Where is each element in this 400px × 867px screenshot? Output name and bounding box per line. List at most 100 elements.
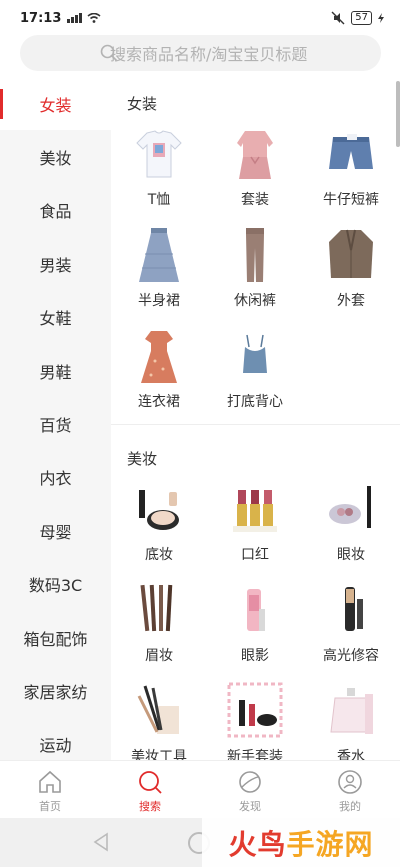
category-label: T恤 bbox=[147, 192, 171, 208]
user-icon bbox=[338, 770, 362, 794]
tab-home[interactable]: 首页 bbox=[0, 761, 100, 818]
scrollbar[interactable] bbox=[396, 81, 400, 147]
highlighter-icon bbox=[345, 587, 363, 631]
category-cell-suit[interactable]: 套装 bbox=[207, 119, 303, 220]
category-label: 半身裙 bbox=[138, 293, 180, 309]
sidebar-item-home[interactable]: 家居家纺 bbox=[0, 664, 111, 717]
category-label: 连衣裙 bbox=[138, 394, 180, 410]
dress-icon bbox=[141, 331, 177, 383]
pants-icon bbox=[246, 228, 264, 282]
watermark-text: 手游网 bbox=[286, 827, 374, 861]
eyeshadow-icon bbox=[247, 589, 265, 631]
category-label: 眼影 bbox=[241, 648, 269, 664]
home-icon bbox=[39, 770, 61, 793]
eye-makeup-icon bbox=[329, 486, 371, 528]
wifi-icon bbox=[87, 13, 101, 23]
category-cell-starter-kit[interactable]: 新手套装 bbox=[207, 676, 303, 760]
category-label: 套装 bbox=[241, 192, 269, 208]
sidebar-item-womens[interactable]: 女装 bbox=[0, 77, 111, 131]
tab-label: 首页 bbox=[39, 800, 61, 813]
category-label: 外套 bbox=[337, 293, 365, 309]
category-cell-denim-shorts[interactable]: 牛仔短裤 bbox=[303, 119, 399, 220]
tab-search[interactable]: 搜索 bbox=[100, 761, 200, 818]
category-label: 高光修容 bbox=[323, 648, 379, 664]
skirt-icon bbox=[139, 228, 179, 282]
starter-kit-icon bbox=[227, 682, 283, 738]
search-bar[interactable]: 搜索商品名称/淘宝宝贝标题 bbox=[20, 35, 381, 71]
category-cell-highlighter[interactable]: 高光修容 bbox=[303, 575, 399, 676]
section-divider bbox=[111, 424, 400, 432]
category-label: 美妆工具 bbox=[131, 749, 187, 760]
watermark-logo: 火鸟 手游网 bbox=[202, 818, 400, 867]
bottom-tab-bar: 首页 搜索 发现 我的 bbox=[0, 760, 400, 818]
category-cell-brush-tools[interactable]: 美妆工具 bbox=[111, 676, 207, 760]
beauty-grid: 底妆 口红 眼妆 眉妆 眼影 高光修容 美妆工具 新手套装 香水 bbox=[111, 474, 400, 760]
sidebar-item-digital[interactable]: 数码3C bbox=[0, 558, 111, 611]
category-cell-foundation[interactable]: 底妆 bbox=[111, 474, 207, 575]
category-cell-skirt[interactable]: 半身裙 bbox=[111, 220, 207, 321]
category-cell-vest[interactable]: 打底背心 bbox=[207, 321, 303, 422]
category-cell-eye-makeup[interactable]: 眼妆 bbox=[303, 474, 399, 575]
sidebar-item-underwear[interactable]: 内衣 bbox=[0, 451, 111, 504]
coat-icon bbox=[329, 229, 373, 278]
watermark-text: 火鸟 bbox=[228, 827, 287, 861]
section-title-beauty: 美妆 bbox=[127, 450, 158, 468]
brow-pencil-icon bbox=[140, 584, 173, 632]
signal-indicators bbox=[67, 13, 101, 23]
category-cell-coat[interactable]: 外套 bbox=[303, 220, 399, 321]
mute-icon bbox=[331, 11, 345, 25]
sidebar-item-mens[interactable]: 男装 bbox=[0, 237, 111, 290]
suit-icon bbox=[237, 131, 273, 179]
tab-label: 我的 bbox=[339, 800, 361, 813]
tab-label: 搜索 bbox=[139, 800, 161, 813]
search-icon bbox=[100, 44, 118, 62]
section-title-womens: 女装 bbox=[127, 95, 158, 113]
search-icon bbox=[139, 771, 162, 794]
lipstick-icon bbox=[233, 490, 277, 532]
category-cell-eyeshadow[interactable]: 眼影 bbox=[207, 575, 303, 676]
status-bar: 17:13 57 bbox=[0, 0, 400, 36]
category-label: 香水 bbox=[337, 749, 365, 760]
category-label: 休闲裤 bbox=[234, 293, 276, 309]
category-label: 打底背心 bbox=[227, 394, 283, 410]
category-label: 底妆 bbox=[145, 547, 173, 563]
category-label: 牛仔短裤 bbox=[323, 192, 379, 208]
category-cell-tshirt[interactable]: T恤 bbox=[111, 119, 207, 220]
category-label: 眼妆 bbox=[337, 547, 365, 563]
category-cell-brow-pencil[interactable]: 眉妆 bbox=[111, 575, 207, 676]
back-icon[interactable] bbox=[92, 832, 110, 852]
sidebar-item-mens-shoes[interactable]: 男鞋 bbox=[0, 344, 111, 397]
vest-icon bbox=[243, 334, 267, 373]
tab-mine[interactable]: 我的 bbox=[300, 761, 400, 818]
category-cell-dress[interactable]: 连衣裙 bbox=[111, 321, 207, 422]
tab-label: 发现 bbox=[239, 800, 261, 813]
perfume-icon bbox=[330, 688, 373, 734]
category-cell-perfume[interactable]: 香水 bbox=[303, 676, 399, 760]
category-label: 眉妆 bbox=[145, 648, 173, 664]
brush-tools-icon bbox=[137, 685, 179, 734]
category-label: 新手套装 bbox=[227, 749, 283, 760]
category-label: 口红 bbox=[241, 547, 269, 563]
sidebar-item-beauty[interactable]: 美妆 bbox=[0, 130, 111, 183]
category-cell-lipstick[interactable]: 口红 bbox=[207, 474, 303, 575]
sidebar-item-general[interactable]: 百货 bbox=[0, 397, 111, 450]
sidebar-item-food[interactable]: 食品 bbox=[0, 184, 111, 237]
denim-shorts-icon bbox=[329, 134, 373, 169]
sidebar-item-bags[interactable]: 箱包配饰 bbox=[0, 611, 111, 664]
sidebar-item-sports[interactable]: 运动 bbox=[0, 718, 111, 760]
battery-indicator: 57 bbox=[351, 11, 372, 25]
tshirt-icon bbox=[136, 130, 182, 178]
planet-icon bbox=[239, 771, 261, 793]
tab-discover[interactable]: 发现 bbox=[200, 761, 300, 818]
sidebar-item-baby[interactable]: 母婴 bbox=[0, 504, 111, 557]
signal-icon bbox=[67, 13, 83, 23]
status-right: 57 bbox=[331, 11, 384, 25]
category-sidebar: 女装 美妆 食品 男装 女鞋 男鞋 百货 内衣 母婴 数码3C 箱包配饰 家居家… bbox=[0, 77, 111, 760]
category-cell-pants[interactable]: 休闲裤 bbox=[207, 220, 303, 321]
foundation-icon bbox=[139, 490, 179, 530]
charging-icon bbox=[378, 13, 384, 23]
category-content[interactable]: 女装 T恤 套装 牛仔短裤 半身裙 休闲裤 外套 连衣裙 打底背心 美妆 底妆 … bbox=[111, 77, 400, 760]
sidebar-item-womens-shoes[interactable]: 女鞋 bbox=[0, 291, 111, 344]
womens-grid: T恤 套装 牛仔短裤 半身裙 休闲裤 外套 连衣裙 打底背心 bbox=[111, 119, 400, 422]
clock: 17:13 bbox=[20, 10, 62, 26]
